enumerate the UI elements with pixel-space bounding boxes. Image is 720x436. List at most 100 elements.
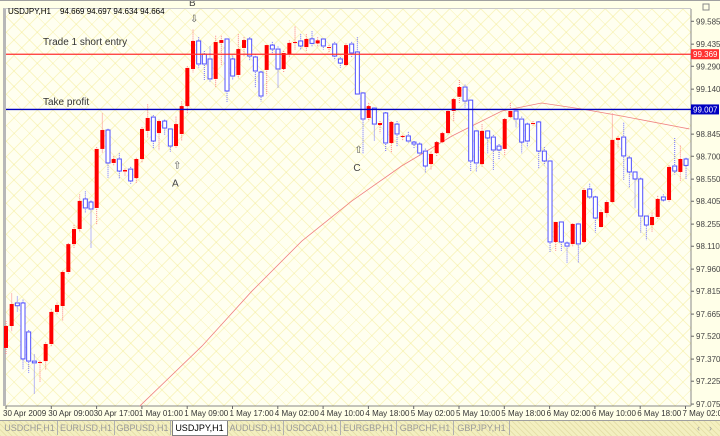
time-tick-label: 4 May 10:00	[320, 409, 365, 418]
time-tick-label: 4 May 02:00	[275, 409, 320, 418]
price-tick-label: 99.140	[696, 85, 720, 94]
window-restore-icon[interactable]	[702, 3, 710, 11]
bull-candle	[134, 158, 139, 179]
time-tick-label: 4 May 18:00	[365, 409, 410, 418]
bull-candle	[440, 133, 445, 143]
bear-candle	[422, 150, 428, 167]
bull-candle	[429, 153, 434, 165]
chart-ohlc-label: 94.669 94.697 94.634 94.664	[60, 7, 165, 16]
price-tick-label: 97.960	[696, 265, 720, 274]
marker-label-b: B	[189, 1, 196, 9]
time-tick-label: 1 May 17:00	[230, 409, 275, 418]
bull-candle	[553, 221, 558, 242]
tab-usdjpy-h1[interactable]: USDJPY,H1	[171, 421, 228, 436]
moving-average-line	[139, 102, 690, 407]
bear-candle	[354, 51, 360, 95]
price-tick-label: 98.110	[696, 242, 720, 251]
bear-candle	[621, 136, 627, 157]
bear-candle	[128, 168, 134, 182]
bull-candle	[400, 135, 405, 138]
bear-candle	[14, 302, 20, 307]
tab-gbpusd-h1[interactable]: GBPUSD,H1	[115, 421, 171, 435]
bull-candle	[43, 343, 48, 362]
bear-candle	[31, 360, 37, 364]
bull-candle	[185, 67, 190, 107]
bear-candle	[490, 136, 496, 151]
bear-candle	[383, 112, 389, 144]
bear-candle	[247, 38, 253, 57]
bear-candle	[592, 196, 598, 219]
bull-candle	[264, 45, 269, 70]
bear-candle	[196, 40, 202, 65]
tab-gbpchf-h1[interactable]: GBPCHF,H1	[398, 421, 454, 435]
bull-candle	[55, 304, 60, 312]
bear-candle	[26, 331, 32, 362]
tab-usdcad-h1[interactable]: USDCAD,H1	[285, 421, 341, 435]
bull-candle	[655, 198, 660, 217]
bear-candle	[564, 242, 570, 247]
bear-candle	[626, 157, 632, 173]
bull-candle	[366, 106, 371, 118]
price-chart[interactable]: USDJPY,H1 94.669 94.697 94.634 94.664 Tr…	[0, 1, 720, 420]
bull-candle	[100, 130, 105, 149]
bull-candle	[315, 40, 320, 44]
bear-candle	[309, 38, 315, 44]
bull-candle	[678, 158, 683, 172]
price-tick-label: 99.435	[696, 40, 720, 49]
bear-candle	[167, 128, 173, 147]
bear-candle	[20, 302, 26, 360]
bear-candle	[207, 58, 213, 80]
tab-eurgbp-h1[interactable]: EURGBP,H1	[341, 421, 397, 435]
price-tick-label: 99.290	[696, 62, 720, 71]
bull-candle	[650, 216, 655, 226]
bull-candle	[531, 123, 536, 125]
bear-candle	[638, 178, 644, 217]
bull-candle	[49, 311, 54, 344]
tab-eurusd-h1[interactable]: EURUSD,H1	[59, 421, 115, 435]
bull-candle	[582, 189, 587, 242]
tab-scroll-right-button[interactable]: ›	[709, 422, 712, 434]
bear-candle	[349, 43, 355, 54]
bear-candle	[575, 223, 581, 245]
bull-candle	[327, 47, 332, 49]
price-tick-label: 97.665	[696, 310, 720, 319]
bull-candle	[140, 128, 145, 159]
time-tick-label: 6 May 10:00	[592, 409, 637, 418]
bear-candle	[462, 86, 468, 102]
bull-candle	[4, 325, 8, 348]
bear-candle	[394, 123, 400, 135]
bear-candle	[417, 143, 423, 154]
bull-candle	[60, 272, 65, 307]
tab-usdchf-h1[interactable]: USDCHF,H1	[2, 421, 58, 435]
bear-candle	[524, 123, 530, 142]
arrow-down-icon: ⇩	[190, 14, 198, 25]
time-tick-label: 1 May 01:00	[139, 409, 184, 418]
bear-candle	[275, 48, 281, 70]
bull-candle	[457, 87, 462, 97]
price-tick-label: 98.550	[696, 175, 720, 184]
bear-candle	[411, 141, 417, 145]
bull-candle	[502, 119, 507, 149]
chart-tabs: USDCHF,H1 EURUSD,H1 GBPUSD,H1 USDJPY,H1 AUDU…	[0, 420, 720, 436]
bear-candle	[587, 188, 593, 198]
time-tick-label: 5 May 02:00	[411, 409, 456, 418]
bear-candle	[632, 171, 638, 180]
bull-candle	[570, 223, 575, 244]
bull-candle	[616, 137, 621, 140]
bear-candle	[536, 121, 542, 152]
bear-candle	[405, 135, 411, 142]
bear-candle	[513, 110, 519, 120]
bear-candle	[116, 158, 122, 172]
bull-candle	[508, 110, 513, 118]
chart-window[interactable]: USDJPY,H1 94.669 94.697 94.634 94.664 Tr…	[0, 0, 720, 420]
bull-candle	[599, 212, 604, 228]
tab-scroll-left-button[interactable]: ‹	[697, 422, 700, 434]
bear-candle	[360, 92, 366, 120]
price-tick-label: 97.520	[696, 332, 720, 341]
tab-gbpjpy-h1[interactable]: GBPJPY,H1	[454, 421, 510, 435]
time-tick-label: 6 May 02:00	[547, 409, 592, 418]
tab-audusd-h1[interactable]: AUDUSD,H1	[228, 421, 284, 435]
bull-candle	[111, 158, 116, 163]
entry-price-label: 99.369	[693, 50, 718, 59]
bear-candle	[298, 40, 304, 47]
